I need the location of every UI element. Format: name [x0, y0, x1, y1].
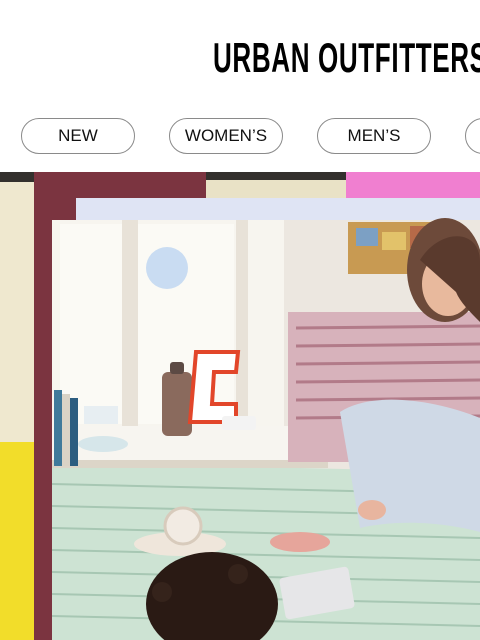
hero-image: [0, 172, 480, 640]
category-nav: NEW WOMEN’S MEN’S: [0, 118, 480, 158]
site-header: URBAN OUTFITTERS: [0, 0, 480, 118]
nav-new-button[interactable]: NEW: [21, 118, 135, 154]
nav-more-button[interactable]: [465, 118, 480, 154]
brand-logo[interactable]: URBAN OUTFITTERS: [213, 34, 480, 82]
hero-banner[interactable]: [0, 172, 480, 640]
nav-womens-button[interactable]: WOMEN’S: [169, 118, 283, 154]
nav-mens-button[interactable]: MEN’S: [317, 118, 431, 154]
